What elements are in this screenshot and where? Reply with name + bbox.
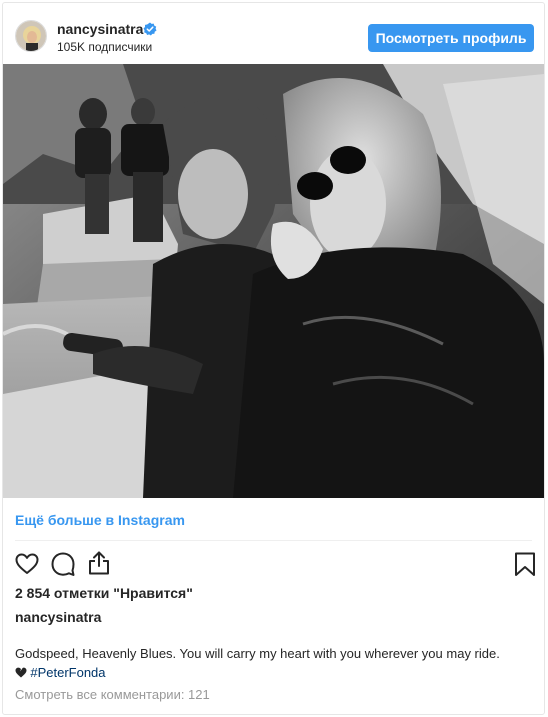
caption-username[interactable]: nancysinatra (15, 609, 101, 625)
share-icon[interactable] (86, 550, 112, 576)
bookmark-icon[interactable] (512, 551, 538, 577)
heart-icon[interactable] (14, 551, 40, 577)
verified-badge-icon (143, 22, 157, 36)
post-photo[interactable] (3, 64, 544, 498)
hashtag-link[interactable]: #PeterFonda (30, 665, 105, 680)
view-profile-button[interactable]: Посмотреть профиль (368, 24, 534, 52)
divider (15, 540, 532, 541)
post-header: nancysinatra 105K подписчики Посмотреть … (3, 3, 544, 65)
broken-heart-icon (15, 666, 30, 680)
photo-image (3, 64, 544, 498)
caption-text: Godspeed, Heavenly Blues. You will carry… (15, 646, 500, 661)
follower-count: 105K подписчики (57, 40, 153, 54)
avatar[interactable] (15, 20, 47, 52)
header-username[interactable]: nancysinatra (57, 21, 143, 37)
post-caption: Godspeed, Heavenly Blues. You will carry… (15, 644, 535, 683)
more-on-instagram-link[interactable]: Ещё больше в Instagram (15, 512, 185, 528)
view-comments-link[interactable]: Смотреть все комментарии: 121 (15, 687, 210, 702)
comment-icon[interactable] (50, 551, 76, 577)
likes-count[interactable]: 2 854 отметки "Нравится" (15, 585, 193, 601)
avatar-image (16, 21, 46, 51)
instagram-embed-card: nancysinatra 105K подписчики Посмотреть … (2, 2, 545, 715)
